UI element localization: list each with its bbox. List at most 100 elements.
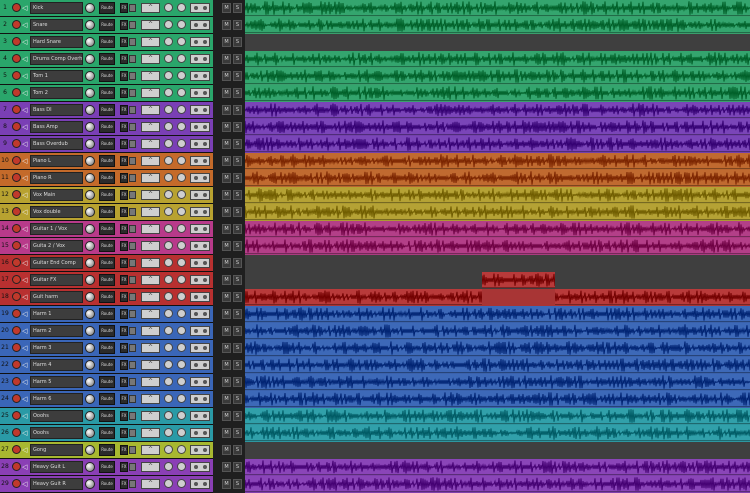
speaker-icon[interactable]: ◁ [22,174,27,182]
envelope-button[interactable]: ^ [141,190,160,200]
solo-button[interactable]: S [233,156,242,166]
mute-button[interactable]: M [222,224,231,234]
fx-bypass-button[interactable] [129,446,136,454]
speaker-icon[interactable]: ◁ [22,310,27,318]
speaker-icon[interactable]: ◁ [22,72,27,80]
monitor-button[interactable] [177,207,186,216]
io-button[interactable] [190,377,210,387]
media-item[interactable] [555,289,750,305]
phase-button[interactable] [164,479,173,488]
phase-button[interactable] [164,326,173,335]
volume-knob[interactable] [85,428,95,438]
fx-button[interactable]: FX [120,105,128,115]
mute-button[interactable]: M [222,428,231,438]
track-row[interactable]: 12 ◁ Vox Main Route FX ^ [0,187,213,204]
speaker-icon[interactable]: ◁ [22,21,27,29]
fx-button[interactable]: FX [120,445,128,455]
phase-button[interactable] [164,411,173,420]
track-row[interactable]: 1 ◁ Kick Route FX ^ [0,0,213,17]
phase-button[interactable] [164,3,173,12]
phase-button[interactable] [164,275,173,284]
track-row[interactable]: 9 ◁ Bass Overdub Route FX ^ [0,136,213,153]
solo-button[interactable]: S [233,3,242,13]
route-button[interactable]: Route [99,274,115,286]
media-item[interactable] [245,119,750,135]
track-row[interactable]: 14 ◁ Guitar 1 / Vox Route FX ^ [0,221,213,238]
phase-button[interactable] [164,343,173,352]
fx-bypass-button[interactable] [129,4,136,12]
monitor-button[interactable] [177,37,186,46]
route-button[interactable]: Route [99,53,115,65]
io-button[interactable] [190,343,210,353]
phase-button[interactable] [164,37,173,46]
envelope-button[interactable]: ^ [141,156,160,166]
route-button[interactable]: Route [99,206,115,218]
route-button[interactable]: Route [99,410,115,422]
record-arm-button[interactable] [12,105,21,114]
solo-button[interactable]: S [233,224,242,234]
track-name-field[interactable]: Bass DI [30,104,83,116]
fx-button[interactable]: FX [120,88,128,98]
mute-button[interactable]: M [222,122,231,132]
fx-button[interactable]: FX [120,411,128,421]
io-button[interactable] [190,462,210,472]
io-button[interactable] [190,360,210,370]
monitor-button[interactable] [177,360,186,369]
fx-bypass-button[interactable] [129,412,136,420]
track-row[interactable]: 16 ◁ Guitar End Comp Route FX ^ [0,255,213,272]
envelope-button[interactable]: ^ [141,428,160,438]
record-arm-button[interactable] [12,479,21,488]
speaker-icon[interactable]: ◁ [22,293,27,301]
track-lane[interactable] [245,476,750,493]
mute-button[interactable]: M [222,88,231,98]
route-button[interactable]: Route [99,19,115,31]
speaker-icon[interactable]: ◁ [22,225,27,233]
track-lane[interactable] [245,136,750,153]
mute-button[interactable]: M [222,411,231,421]
speaker-icon[interactable]: ◁ [22,361,27,369]
monitor-button[interactable] [177,445,186,454]
track-lane[interactable] [245,85,750,102]
volume-knob[interactable] [85,105,95,115]
media-item[interactable] [245,340,750,356]
phase-button[interactable] [164,428,173,437]
track-row[interactable]: 13 ◁ Vox double Route FX ^ [0,204,213,221]
fx-bypass-button[interactable] [129,395,136,403]
media-item[interactable] [245,153,750,169]
track-lane[interactable] [245,306,750,323]
track-name-field[interactable]: Tom 1 [30,70,83,82]
io-button[interactable] [190,173,210,183]
volume-knob[interactable] [85,445,95,455]
phase-button[interactable] [164,207,173,216]
envelope-button[interactable]: ^ [141,20,160,30]
track-name-field[interactable]: Gong [30,444,83,456]
phase-button[interactable] [164,292,173,301]
speaker-icon[interactable]: ◁ [22,378,27,386]
envelope-button[interactable]: ^ [141,88,160,98]
volume-knob[interactable] [85,88,95,98]
io-button[interactable] [190,326,210,336]
mute-button[interactable]: M [222,258,231,268]
track-lane[interactable] [245,323,750,340]
media-item[interactable] [245,357,750,373]
monitor-button[interactable] [177,292,186,301]
io-button[interactable] [190,122,210,132]
track-name-field[interactable]: Harm 4 [30,359,83,371]
record-arm-button[interactable] [12,343,21,352]
route-button[interactable]: Route [99,121,115,133]
io-button[interactable] [190,258,210,268]
volume-knob[interactable] [85,258,95,268]
track-row[interactable]: 10 ◁ Piano L Route FX ^ [0,153,213,170]
track-name-field[interactable]: Harm 5 [30,376,83,388]
route-button[interactable]: Route [99,393,115,405]
volume-knob[interactable] [85,275,95,285]
track-name-field[interactable]: Guitar 1 / Vox [30,223,83,235]
io-button[interactable] [190,71,210,81]
track-lane[interactable] [245,68,750,85]
fx-button[interactable]: FX [120,241,128,251]
volume-knob[interactable] [85,173,95,183]
track-lane[interactable] [245,170,750,187]
solo-button[interactable]: S [233,71,242,81]
io-button[interactable] [190,224,210,234]
phase-button[interactable] [164,360,173,369]
